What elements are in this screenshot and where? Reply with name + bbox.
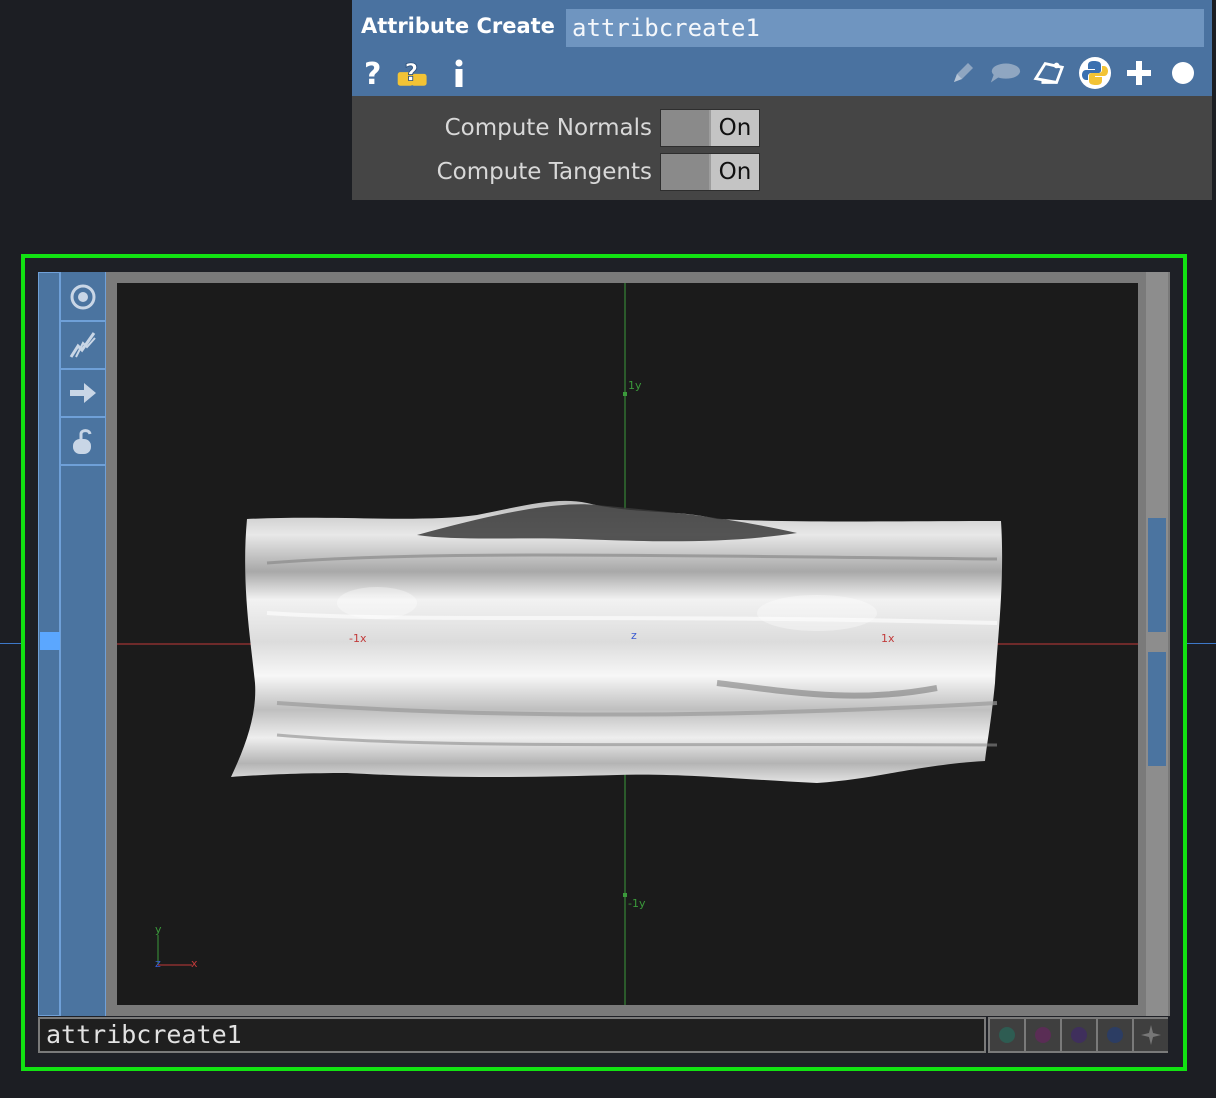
scrollbar-thumb-upper[interactable] [1148, 518, 1166, 632]
axis-label-pos-x: 1x [881, 632, 895, 645]
viewer-right-scrollbar[interactable] [1146, 272, 1168, 1016]
param-label: Compute Tangents [436, 159, 652, 185]
sparkle-icon[interactable] [1134, 1019, 1168, 1051]
node-flags [988, 1017, 1168, 1053]
axis-label-neg-y: -1y [628, 897, 646, 910]
help-icon[interactable]: ? [356, 56, 390, 90]
toggle-value: On [711, 110, 759, 146]
node-name-label: attribcreate1 [46, 1020, 242, 1049]
info-icon[interactable] [442, 56, 476, 90]
parameter-header: Attribute Create attribcreate1 ? ? [352, 0, 1212, 96]
add-icon[interactable] [1122, 56, 1156, 90]
comment-icon[interactable] [988, 56, 1022, 90]
wireframe-icon[interactable] [61, 322, 105, 370]
viewport-canvas: 1y -1y -1x 1x z y x z [117, 283, 1138, 1005]
flag-purple[interactable] [1062, 1019, 1096, 1051]
svg-text:y: y [155, 923, 162, 936]
compute-normals-toggle[interactable]: On [660, 109, 760, 147]
flag-teal[interactable] [990, 1019, 1024, 1051]
compute-tangents-toggle[interactable]: On [660, 153, 760, 191]
axis-label-center: z [631, 629, 637, 642]
flag-magenta[interactable] [1026, 1019, 1060, 1051]
flag-blue[interactable] [1098, 1019, 1132, 1051]
docked-icon[interactable] [1032, 56, 1066, 90]
toggle-value: On [711, 154, 759, 190]
arrow-right-icon[interactable] [61, 370, 105, 418]
scrollbar-thumb-lower[interactable] [1148, 652, 1166, 766]
lock-icon[interactable] [61, 418, 105, 466]
svg-text:?: ? [364, 57, 381, 89]
param-label: Compute Normals [444, 115, 652, 141]
viewer-left-strip-marker[interactable] [40, 632, 60, 650]
param-compute-normals: Compute Normals On [352, 109, 1212, 147]
camera-home-icon[interactable] [61, 274, 105, 322]
svg-text:?: ? [405, 59, 419, 87]
svg-text:z: z [155, 957, 161, 970]
edit-icon[interactable] [946, 56, 980, 90]
python-icon[interactable] [1078, 56, 1112, 90]
operator-type-label: Attribute Create [361, 14, 555, 38]
3d-viewport[interactable]: 1y -1y -1x 1x z y x z [117, 283, 1138, 1005]
axis-label-neg-x: -1x [349, 632, 367, 645]
svg-text:x: x [191, 957, 198, 970]
operator-name-field[interactable]: attribcreate1 [566, 9, 1204, 47]
parameter-panel: Attribute Create attribcreate1 ? ? Compu… [352, 0, 1212, 200]
axis-label-pos-y: 1y [628, 379, 642, 392]
viewer-dot-icon[interactable] [1166, 56, 1200, 90]
orientation-gizmo: y x z [155, 923, 198, 970]
toggle-knob [661, 110, 709, 146]
viewer-toolbar [60, 272, 106, 1016]
node-name-bar[interactable]: attribcreate1 [38, 1017, 986, 1053]
toggle-knob [661, 154, 709, 190]
param-compute-tangents: Compute Tangents On [352, 153, 1212, 191]
python-help-icon[interactable]: ? [396, 56, 430, 90]
